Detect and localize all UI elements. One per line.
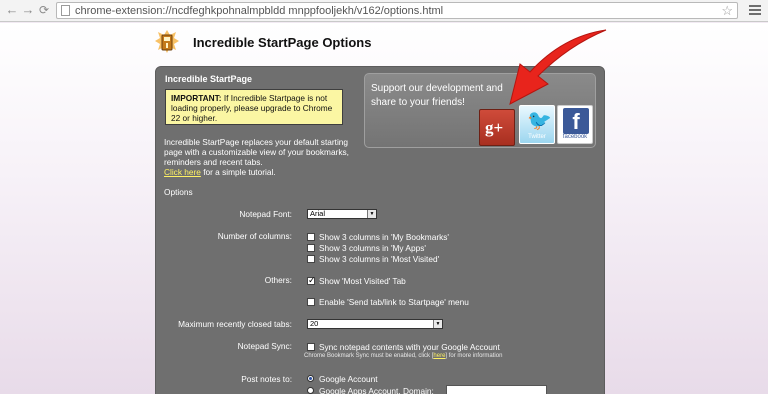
- important-notice: IMPORTANT: If Incredible Startpage is no…: [165, 89, 343, 125]
- reload-icon[interactable]: ⟳: [37, 3, 51, 17]
- columns-apps-option[interactable]: Show 3 columns in 'My Apps': [307, 243, 426, 253]
- twitter-label: Twitter: [528, 134, 546, 140]
- chevron-down-icon: ▼: [433, 320, 442, 328]
- notepad-sync-text: Sync notepad contents with your Google A…: [319, 342, 500, 352]
- description: Incredible StartPage replaces your defau…: [164, 137, 349, 167]
- panel-heading: Incredible StartPage: [165, 74, 253, 84]
- columns-apps-checkbox[interactable]: [307, 244, 315, 252]
- sync-note-post: ] for more information: [445, 353, 503, 359]
- notepad-sync-checkbox[interactable]: [307, 343, 315, 351]
- star-icon[interactable]: ☆: [721, 3, 733, 18]
- domain-input[interactable]: [446, 385, 547, 394]
- max-closed-tabs-value: 20: [310, 319, 319, 328]
- send-tab-option[interactable]: Enable 'Send tab/link to Startpage' menu: [307, 297, 469, 307]
- sync-note-pre: Chrome Bookmark Sync must be enabled, cl…: [304, 353, 434, 359]
- post-notes-google-label: Google Account: [319, 374, 378, 384]
- page-icon: [61, 5, 70, 16]
- startpage-logo-icon: [155, 30, 179, 53]
- chevron-down-icon: ▼: [367, 210, 376, 218]
- send-tab-checkbox[interactable]: [307, 298, 315, 306]
- most-visited-tab-option[interactable]: Show 'Most Visited' Tab: [307, 275, 406, 286]
- columns-apps-label: Show 3 columns in 'My Apps': [319, 243, 426, 253]
- max-closed-tabs-select[interactable]: 20 ▼: [307, 319, 443, 329]
- notepad-sync-label: Notepad Sync:: [237, 341, 292, 351]
- columns-most-visited-checkbox[interactable]: [307, 255, 315, 263]
- notepad-font-value: Arial: [310, 209, 326, 218]
- columns-most-visited-label: Show 3 columns in 'Most Visited': [319, 254, 440, 264]
- columns-most-visited-option[interactable]: Show 3 columns in 'Most Visited': [307, 254, 439, 264]
- post-notes-google-radio[interactable]: [307, 375, 314, 382]
- most-visited-tab-label: Show 'Most Visited' Tab: [319, 276, 406, 286]
- address-bar[interactable]: chrome-extension://ncdfeghkpohnalmpbldd …: [56, 2, 738, 19]
- columns-label: Number of columns:: [217, 231, 292, 241]
- menu-icon[interactable]: [748, 3, 762, 17]
- tutorial-link[interactable]: Click here: [164, 167, 201, 177]
- notepad-sync-option[interactable]: Sync notepad contents with your Google A…: [307, 342, 500, 352]
- back-arrow-icon[interactable]: ←: [5, 3, 19, 17]
- google-plus-icon: g+: [485, 118, 504, 137]
- post-notes-label: Post notes to:: [241, 374, 292, 384]
- notice-strong: IMPORTANT:: [171, 93, 222, 103]
- columns-bookmarks-label: Show 3 columns in 'My Bookmarks': [319, 232, 449, 242]
- max-closed-tabs-label: Maximum recently closed tabs:: [178, 319, 292, 329]
- page-title: Incredible StartPage Options: [193, 35, 372, 50]
- browser-toolbar: ← → ⟳ chrome-extension://ncdfeghkpohnalm…: [0, 0, 768, 22]
- send-tab-label: Enable 'Send tab/link to Startpage' menu: [319, 297, 469, 307]
- facebook-label: facebook: [562, 134, 588, 140]
- most-visited-tab-checkbox[interactable]: [307, 275, 316, 285]
- others-label: Others:: [264, 275, 292, 285]
- post-notes-google-option[interactable]: Google Account: [307, 374, 378, 384]
- notepad-font-label: Notepad Font:: [239, 209, 292, 219]
- url-text: chrome-extension://ncdfeghkpohnalmpbldd …: [75, 5, 444, 17]
- options-heading: Options: [164, 187, 193, 197]
- tutorial-line: Click here for a simple tutorial.: [164, 167, 276, 177]
- notepad-font-select[interactable]: Arial ▼: [307, 209, 377, 219]
- post-notes-apps-radio[interactable]: [307, 387, 314, 394]
- forward-arrow-icon[interactable]: →: [21, 3, 35, 17]
- tutorial-rest: for a simple tutorial.: [200, 167, 276, 177]
- columns-bookmarks-option[interactable]: Show 3 columns in 'My Bookmarks': [307, 232, 449, 242]
- columns-bookmarks-checkbox[interactable]: [307, 233, 315, 241]
- sync-note: Chrome Bookmark Sync must be enabled, cl…: [304, 353, 502, 359]
- post-notes-apps-option[interactable]: Google Apps Account, Domain:: [307, 386, 434, 394]
- post-notes-apps-label: Google Apps Account, Domain:: [319, 386, 434, 394]
- red-arrow-icon: [509, 29, 607, 105]
- sync-note-link[interactable]: here: [433, 353, 445, 359]
